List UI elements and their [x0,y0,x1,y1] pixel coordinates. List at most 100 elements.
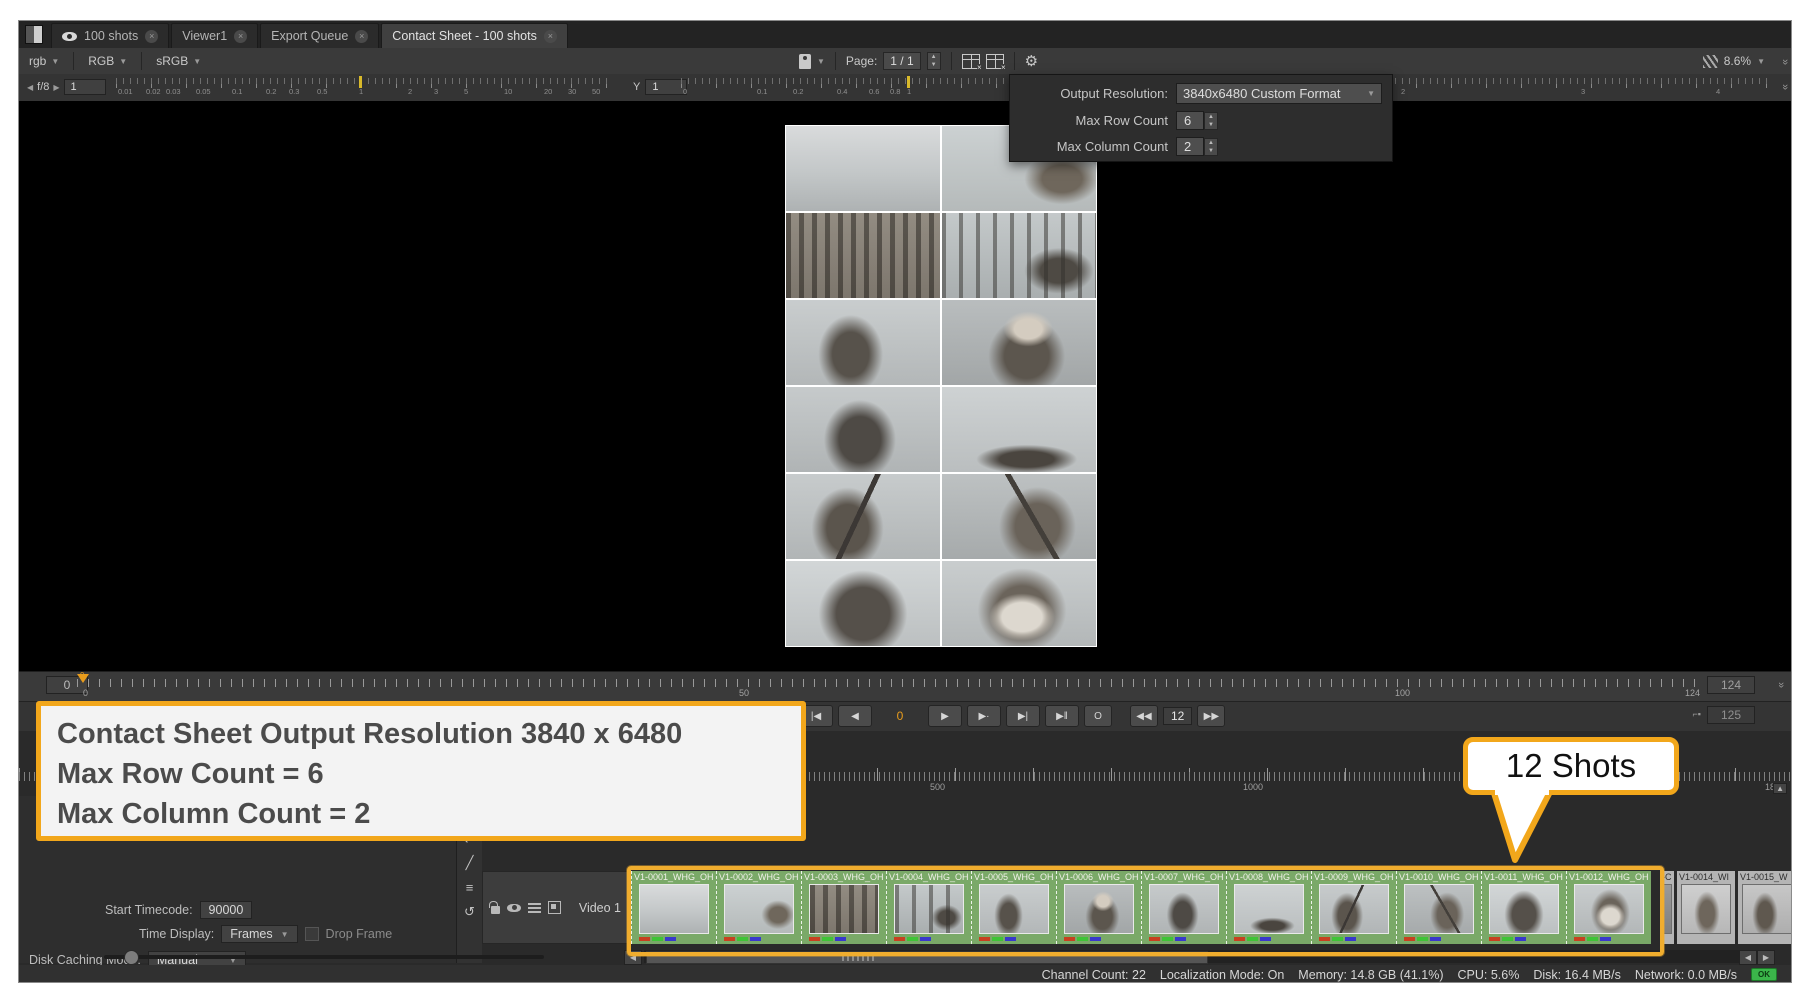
clip-thumbnail [1319,884,1389,934]
collapse-chevrons-icon[interactable]: » [1779,84,1791,88]
close-icon[interactable]: × [145,30,158,43]
output-resolution-dropdown[interactable]: 3840x6480 Custom Format ▼ [1176,83,1382,104]
duration-box[interactable]: 125 [1707,706,1755,724]
contact-sheet-cell[interactable] [786,474,940,559]
timeline-clip[interactable]: V1-0012_WHG_OH [1566,871,1651,944]
timeline-tick-label: 1000 [1243,782,1263,792]
timeline-zoom-slider[interactable] [104,955,544,959]
viewer-canvas[interactable] [19,101,1791,671]
drop-frame-checkbox[interactable] [305,927,319,941]
collapse-chevrons-icon[interactable]: » [1775,682,1787,686]
tag-icon[interactable] [799,54,811,69]
scrollbar-thumb[interactable] [646,951,1208,964]
razor-tool-icon[interactable]: ╱ [466,855,474,871]
scroll-left-button[interactable]: ◀ [624,950,642,965]
gain-marker[interactable] [359,76,362,88]
loop-mode-button[interactable]: O [1084,705,1112,727]
channel-dropdown[interactable]: rgb ▼ [25,52,63,70]
tab-100-shots[interactable]: 100 shots × [51,23,169,48]
arrow-right-icon[interactable]: ▶ [53,83,59,92]
contact-sheet-cell[interactable] [786,126,940,211]
lock-icon[interactable] [491,906,500,914]
contact-sheet-cell[interactable] [786,387,940,472]
play-backward-button[interactable]: ◀ [838,705,872,727]
layer-dropdown[interactable]: RGB ▼ [84,52,131,70]
blend-icon[interactable] [548,901,561,914]
timeline-clip[interactable]: V1-0010_WHG_OH [1396,871,1481,944]
page-stepper[interactable]: ▲▼ [927,52,941,70]
timeline-clip[interactable]: V1-0003_WHG_OH [801,871,886,944]
max-column-count-input[interactable]: 2 [1176,137,1204,156]
time-display-dropdown[interactable]: Frames ▼ [221,925,297,943]
close-icon[interactable]: × [544,30,557,43]
page-value[interactable]: 1 / 1 [883,52,920,70]
timeline-clip[interactable]: -C [1660,871,1674,944]
frame-step-value[interactable]: 12 [1163,707,1192,725]
play-to-next-button[interactable]: ▶· [967,705,1001,727]
gain-slider[interactable]: 0.010.020.030.050.10.20.30.5123510203050 [116,78,611,96]
contact-sheet-cell[interactable] [942,474,1096,559]
max-column-count-stepper[interactable]: ▲▼ [1204,138,1218,156]
zoom-slider-knob[interactable] [124,950,139,965]
timeline-clip[interactable]: V1-0015_W [1738,871,1792,944]
timeline-clip[interactable]: V1-0006_WHG_OH [1056,871,1141,944]
video-track-header[interactable]: Video 1 [482,871,630,944]
status-segment: Memory: 14.8 GB (41.1%) [1298,968,1443,982]
scroll-right-arrow[interactable]: ▶ [1757,950,1775,965]
arrow-left-icon[interactable]: ◀ [27,83,33,92]
max-row-count-input[interactable]: 6 [1176,111,1204,130]
gain-input[interactable]: 1 [64,79,106,95]
scroll-left-arrow[interactable]: ◀ [1739,950,1757,965]
collapse-chevrons-icon[interactable]: » [1779,59,1791,63]
timeline-clip[interactable]: V1-0002_WHG_OH [716,871,801,944]
chevron-down-icon[interactable]: ▼ [1757,57,1765,66]
eye-icon[interactable] [507,904,521,912]
goto-end-button[interactable]: ▶‖ [1045,705,1079,727]
timeline-clip[interactable]: V1-0009_WHG_OH [1311,871,1396,944]
contact-sheet-cell[interactable] [942,213,1096,298]
contact-sheet-cell[interactable] [786,561,940,646]
step-forward-button[interactable]: ▶▶ [1197,705,1225,727]
contact-sheet-rows-icon[interactable] [962,54,980,69]
timeline-clip[interactable]: V1-0008_WHG_OH [1226,871,1311,944]
contact-sheet-cell[interactable] [942,300,1096,385]
zoom-level[interactable]: 8.6% [1724,54,1751,68]
timeline-clip[interactable]: V1-0001_WHG_OH [631,871,716,944]
roll-tool-icon[interactable]: ↺ [464,904,475,920]
separator [951,52,952,70]
tab-export-queue[interactable]: Export Queue × [260,23,379,48]
close-icon[interactable]: × [355,30,368,43]
start-timecode-input[interactable]: 90000 [200,901,253,919]
timeline-clip[interactable]: V1-0005_WHG_OH [971,871,1056,944]
gear-icon[interactable]: ⚙ [1025,52,1038,70]
frame-ruler[interactable]: 050100124 0 [77,675,1699,699]
chevron-down-icon[interactable]: ▼ [817,57,825,66]
current-frame[interactable]: 0 [877,709,923,723]
colorspace-dropdown[interactable]: sRGB ▼ [152,52,205,70]
layers-icon[interactable] [528,903,541,913]
gamma-marker[interactable] [907,76,910,88]
contact-sheet-cell[interactable] [942,561,1096,646]
contact-sheet-grid[interactable] [785,125,1097,647]
horizontal-scrollbar[interactable] [644,950,1752,963]
scroll-up-icon[interactable]: ▲ [1773,783,1787,794]
contact-sheet-cell[interactable] [786,300,940,385]
timeline-clip[interactable]: V1-0007_WHG_OH [1141,871,1226,944]
contact-sheet-cell[interactable] [942,387,1096,472]
tab-viewer1[interactable]: Viewer1 × [171,23,258,48]
out-frame-box[interactable]: 124 [1707,676,1755,694]
play-button[interactable]: ▶ [928,705,962,727]
next-edit-button[interactable]: ▶| [1006,705,1040,727]
tab-contact-sheet[interactable]: Contact Sheet - 100 shots × [381,23,568,48]
contact-sheet-cell[interactable] [786,213,940,298]
wipe-stripes-icon[interactable] [1703,55,1718,68]
timeline-clip[interactable]: V1-0014_WI [1677,871,1735,944]
slip-tool-icon[interactable]: ≡ [466,880,474,895]
timeline-clip[interactable]: V1-0004_WHG_OH [886,871,971,944]
close-icon[interactable]: × [234,30,247,43]
contact-sheet-columns-icon[interactable] [986,54,1004,69]
max-row-count-stepper[interactable]: ▲▼ [1204,112,1218,130]
tick-label: 0.1 [232,87,242,96]
timeline-clip[interactable]: V1-0011_WHG_OH [1481,871,1566,944]
step-back-button[interactable]: ◀◀ [1130,705,1158,727]
